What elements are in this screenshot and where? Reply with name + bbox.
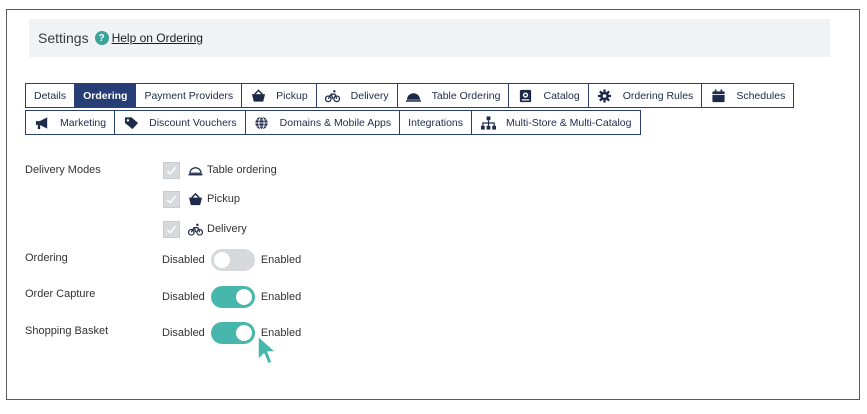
help-icon[interactable]: ? <box>94 31 109 45</box>
tab-delivery[interactable]: Delivery <box>315 83 398 108</box>
enabled-text: Enabled <box>260 254 302 266</box>
tab-label: Multi-Store & Multi-Catalog <box>506 116 632 129</box>
tab-integrations[interactable]: Integrations <box>399 110 473 135</box>
tabs-row-1: Details Ordering Payment Providers Picku… <box>25 83 795 108</box>
disabled-text: Disabled <box>162 254 205 266</box>
tab-pickup[interactable]: Pickup <box>241 83 317 108</box>
tab-label: Integrations <box>408 116 464 129</box>
tab-label: Domains & Mobile Apps <box>279 116 392 129</box>
basket-icon <box>250 88 266 103</box>
table-ordering-checkbox[interactable] <box>163 161 180 179</box>
disabled-text: Disabled <box>162 291 205 303</box>
tab-ordering-rules[interactable]: Ordering Rules <box>587 83 703 108</box>
settings-header: Settings ? Help on Ordering <box>29 19 830 57</box>
tab-schedules[interactable]: Schedules <box>701 83 795 108</box>
disabled-text: Disabled <box>162 327 205 339</box>
delivery-modes-label: Delivery Modes <box>25 164 101 176</box>
tab-label: Details <box>34 89 67 102</box>
tab-table-ordering[interactable]: Table Ordering <box>396 83 510 108</box>
shopping-basket-toggle[interactable] <box>210 322 255 344</box>
tab-marketing[interactable]: Marketing <box>25 110 116 135</box>
order-capture-toggle-row: Disabled Enabled <box>162 286 301 308</box>
sitemap-icon <box>480 115 496 130</box>
tag-icon <box>123 116 139 130</box>
tab-label: Payment Providers <box>144 89 234 102</box>
tab-multi-store[interactable]: Multi-Store & Multi-Catalog <box>471 110 641 135</box>
shopping-basket-toggle-row: Disabled Enabled <box>162 322 301 344</box>
settings-panel <box>6 9 860 400</box>
help-on-ordering-link[interactable]: Help on Ordering <box>112 31 203 45</box>
toggle-knob <box>235 325 252 341</box>
mode-label: Delivery <box>207 223 247 235</box>
mode-label: Table ordering <box>207 164 277 176</box>
tab-details[interactable]: Details <box>25 83 76 108</box>
mode-table-ordering: Table ordering <box>163 161 277 179</box>
tab-label: Ordering <box>83 89 128 102</box>
tab-catalog[interactable]: Catalog <box>508 83 589 108</box>
tab-label: Ordering Rules <box>622 89 694 102</box>
delivery-checkbox[interactable] <box>163 220 180 238</box>
megaphone-icon <box>34 116 50 130</box>
tab-label: Catalog <box>543 89 580 102</box>
tab-ordering[interactable]: Ordering <box>74 83 137 108</box>
ordering-toggle[interactable] <box>210 249 255 271</box>
tab-payment-providers[interactable]: Payment Providers <box>135 83 243 108</box>
tab-label: Delivery <box>350 89 389 102</box>
tab-label: Schedules <box>736 89 786 102</box>
toggle-knob <box>235 289 252 305</box>
ordering-label: Ordering <box>25 252 68 264</box>
mode-delivery: Delivery <box>163 220 247 238</box>
gear-icon <box>597 88 613 103</box>
tab-label: Marketing <box>60 116 107 129</box>
shopping-basket-label: Shopping Basket <box>25 325 109 337</box>
tab-label: Discount Vouchers <box>149 116 237 129</box>
book-icon <box>517 89 533 103</box>
globe-icon <box>254 115 270 130</box>
toggle-knob <box>213 252 230 268</box>
bicycle-icon <box>188 222 204 236</box>
order-capture-label: Order Capture <box>25 288 96 300</box>
calendar-icon <box>710 88 726 103</box>
mouse-cursor-icon <box>257 335 277 365</box>
bicycle-icon <box>325 89 341 103</box>
mode-pickup: Pickup <box>163 190 240 208</box>
pickup-checkbox[interactable] <box>163 190 180 208</box>
tab-domains-mobile-apps[interactable]: Domains & Mobile Apps <box>244 110 401 135</box>
order-capture-toggle[interactable] <box>210 286 255 308</box>
cloche-icon <box>406 89 422 103</box>
tabs-row-2: Marketing Discount Vouchers Domains & Mo… <box>25 110 641 135</box>
enabled-text: Enabled <box>260 291 302 303</box>
page-title: Settings <box>38 30 89 46</box>
tab-discount-vouchers[interactable]: Discount Vouchers <box>114 110 246 135</box>
cloche-icon <box>188 163 204 177</box>
tab-label: Pickup <box>276 89 308 102</box>
basket-icon <box>188 192 204 206</box>
mode-label: Pickup <box>207 193 241 205</box>
tab-label: Table Ordering <box>431 89 501 102</box>
ordering-toggle-row: Disabled Enabled <box>162 249 301 271</box>
